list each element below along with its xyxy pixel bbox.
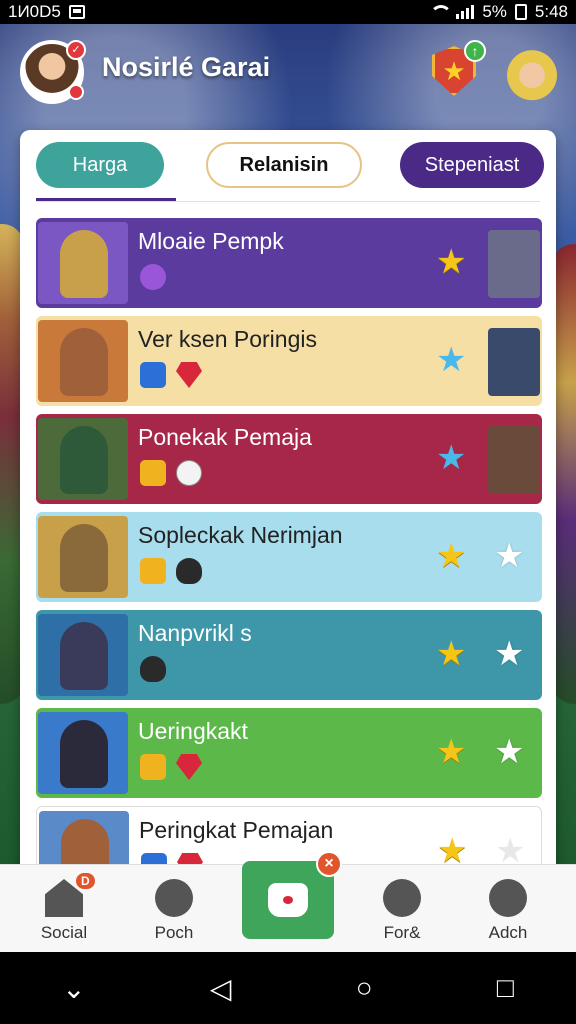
nav-poch-label: Poch <box>154 923 194 942</box>
hero-figure <box>60 622 108 690</box>
gem-icon <box>176 558 202 584</box>
player-name: Nosirlé Garai <box>102 52 271 82</box>
player-thumbnail <box>38 320 128 402</box>
battery-icon <box>514 4 527 20</box>
close-icon[interactable]: × <box>316 851 342 877</box>
star-icon: ★ <box>494 635 525 673</box>
badge-group <box>140 460 202 486</box>
star-icon: ★ <box>436 537 467 575</box>
back-icon[interactable]: ◁ <box>210 972 232 1005</box>
status-time: 5:48 <box>534 2 568 21</box>
avatar-check-icon: ✓ <box>66 40 86 60</box>
player-thumbnail <box>38 516 128 598</box>
badge-group <box>140 558 202 584</box>
badge-group <box>140 656 166 682</box>
bottom-nav: Social D Poch × For& Adch <box>0 851 576 952</box>
account-icon <box>489 879 527 917</box>
signal-icon <box>456 5 475 19</box>
star-icon: ★ <box>494 537 525 575</box>
star-icon: ★ <box>436 341 467 379</box>
leaderboard-panel: Harga Relanisin Stepeniast Mloaie Pempk ★… <box>20 130 556 896</box>
nav-social[interactable]: Social D <box>18 873 110 943</box>
rival-portrait <box>488 230 540 298</box>
player-thumbnail <box>38 418 128 500</box>
status-bar: 1И0D5 5% 5:48 <box>0 0 576 24</box>
profile-icon <box>155 879 193 917</box>
list-item[interactable]: Ponekak Pemaja ★ <box>36 414 542 504</box>
nav-forg[interactable]: For& <box>356 879 448 943</box>
nav-poch[interactable]: Poch <box>128 879 220 943</box>
chevron-down-icon[interactable]: ⌄ <box>62 972 85 1005</box>
rank-up-arrow-icon: ↑ <box>464 40 486 62</box>
gem-icon <box>176 362 202 388</box>
gem-icon <box>140 264 166 290</box>
hero-figure <box>60 328 108 396</box>
star-icon: ★ <box>436 635 467 673</box>
player-name-label: Ver ksen Poringis <box>138 326 317 352</box>
hero-figure <box>60 524 108 592</box>
star-icon: ★ <box>436 733 467 771</box>
tab-divider <box>36 201 540 202</box>
player-name-label: Ponekak Pemaja <box>138 424 312 450</box>
recents-icon[interactable]: □ <box>497 972 514 1004</box>
status-left-text: 1И0D5 <box>8 2 61 21</box>
gem-icon <box>140 656 166 682</box>
social-badge: D <box>76 873 95 889</box>
hero-figure <box>60 426 108 494</box>
player-thumbnail <box>38 222 128 304</box>
list-item[interactable]: Mloaie Pempk ★ <box>36 218 542 308</box>
friends-icon <box>383 879 421 917</box>
tab-relanisin[interactable]: Relanisin <box>206 142 362 188</box>
player-name-label: Peringkat Pemajan <box>139 817 334 843</box>
star-icon: ★ <box>436 439 467 477</box>
player-name-label: Nanpvrikl s <box>138 620 252 646</box>
player-name-label: Mloaie Pempk <box>138 228 284 254</box>
wifi-icon <box>428 5 453 19</box>
player-thumbnail <box>38 712 128 794</box>
system-nav: ⌄ ◁ ○ □ <box>0 952 576 1024</box>
rival-portrait <box>488 426 540 494</box>
gem-icon <box>140 460 166 486</box>
star-icon: ★ <box>494 733 525 771</box>
player-name-label: Ueringkakt <box>138 718 248 744</box>
tab-harga[interactable]: Harga <box>36 142 164 188</box>
home-button-icon[interactable]: ○ <box>356 972 373 1004</box>
gem-icon <box>176 460 202 486</box>
shop-button[interactable]: × <box>242 851 342 939</box>
badge-group <box>140 264 166 290</box>
list-item[interactable]: Ver ksen Poringis ★ <box>36 316 542 406</box>
tab-stepeniast[interactable]: Stepeniast <box>400 142 544 188</box>
profile-header: ✓ Nosirlé Garai ★ ↑ <box>0 24 576 124</box>
nav-forg-label: For& <box>383 923 421 942</box>
list-item[interactable]: Ueringkakt ★ ★ <box>36 708 542 798</box>
notification-icon <box>68 5 85 19</box>
hero-figure <box>60 720 108 788</box>
badge-group <box>140 362 202 388</box>
shop-bag-icon <box>268 883 308 917</box>
gem-icon <box>176 754 202 780</box>
avatar-status-icon <box>68 84 84 100</box>
player-thumbnail <box>38 614 128 696</box>
list-item[interactable]: Sopleckak Nerimjan ★ ★ <box>36 512 542 602</box>
nav-social-label: Social <box>40 923 88 942</box>
hero-figure <box>60 230 108 298</box>
player-name-label: Sopleckak Nerimjan <box>138 522 343 548</box>
rival-portrait <box>488 328 540 396</box>
gem-icon <box>140 362 166 388</box>
battery-percent: 5% <box>482 2 507 21</box>
badge-group <box>140 754 202 780</box>
friend-avatar[interactable] <box>504 40 560 104</box>
star-icon: ★ <box>436 243 467 281</box>
list-item[interactable]: Nanpvrikl s ★ ★ <box>36 610 542 700</box>
gem-icon <box>140 754 166 780</box>
nav-adch[interactable]: Adch <box>462 879 554 943</box>
nav-adch-label: Adch <box>488 923 528 942</box>
gem-icon <box>140 558 166 584</box>
